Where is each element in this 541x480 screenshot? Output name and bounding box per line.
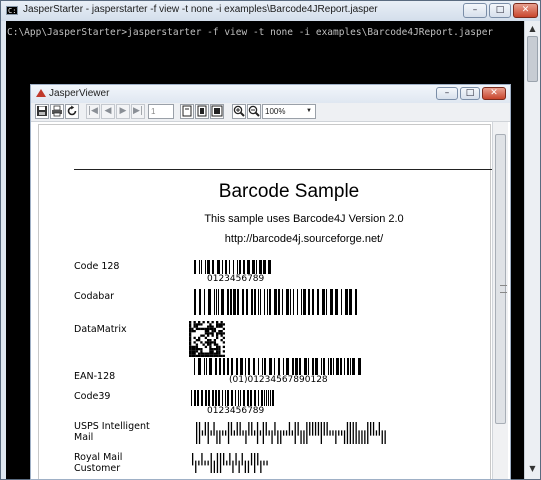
viewer-scroll-thumb[interactable] — [495, 134, 507, 424]
last-page-icon[interactable]: ▶| — [131, 104, 145, 119]
header-rule — [74, 169, 492, 170]
console-close-button[interactable]: ✕ — [513, 3, 538, 18]
zoom-level-value: 100% — [265, 107, 286, 116]
codabar-barcode — [194, 289, 357, 315]
fit-page-icon[interactable] — [195, 104, 209, 119]
ean128-barcode — [194, 358, 361, 375]
barcode-label-datamatrix: DataMatrix — [74, 324, 127, 335]
viewer-window-title: JasperViewer — [49, 88, 110, 99]
actual-size-icon[interactable] — [180, 104, 194, 119]
console-vertical-scrollbar[interactable]: ▲ ▼ — [524, 21, 540, 479]
console-minimize-button[interactable]: – — [463, 3, 487, 18]
reload-icon[interactable] — [65, 104, 79, 119]
report-view-area[interactable]: Barcode Sample This sample uses Barcode4… — [31, 122, 510, 479]
barcode-label-royalmail: Royal Mail Customer — [74, 452, 123, 474]
console-maximize-button[interactable]: □ — [489, 3, 511, 18]
barcode-label-code128: Code 128 — [74, 261, 120, 272]
viewer-title-bar[interactable]: JasperViewer – □ ✕ — [31, 85, 510, 103]
zoom-out-icon[interactable] — [247, 104, 261, 119]
report-page: Barcode Sample This sample uses Barcode4… — [38, 124, 492, 479]
console-title-bar[interactable]: C:\ JasperStarter - jasperstarter -f vie… — [1, 1, 540, 21]
page-number-input[interactable]: 1 — [148, 104, 174, 119]
scroll-up-arrow-icon[interactable]: ▲ — [525, 21, 540, 36]
first-page-icon[interactable]: |◀ — [86, 104, 100, 119]
barcode-label-usps: USPS Intelligent Mail — [74, 421, 150, 443]
code39-text: 0123456789 — [207, 406, 265, 416]
console-command-line: C:\App\JasperStarter>jasperstarter -f vi… — [7, 27, 494, 38]
viewer-maximize-button[interactable]: □ — [460, 87, 480, 100]
code39-barcode — [191, 390, 274, 406]
usps-intelligent-mail-barcode — [196, 422, 386, 444]
console-window-title: JasperStarter - jasperstarter -f view -t… — [23, 4, 378, 15]
console-scroll-thumb[interactable] — [527, 36, 538, 82]
code128-barcode — [194, 260, 271, 274]
report-subtitle: This sample uses Barcode4J Version 2.0 — [204, 213, 404, 225]
jasper-viewer-window: JasperViewer – □ ✕ |◀ ◀ ▶ ▶| 1 100% ▼ Ba… — [30, 84, 511, 480]
barcode-label-ean128: EAN-128 — [74, 371, 116, 382]
console-app-icon: C:\ — [6, 6, 18, 15]
save-icon[interactable] — [35, 104, 49, 119]
ean128-text: (01)01234567890128 — [229, 375, 328, 385]
viewer-vertical-scrollbar[interactable] — [492, 122, 508, 479]
zoom-level-select[interactable]: 100% ▼ — [262, 104, 316, 119]
previous-page-icon[interactable]: ◀ — [101, 104, 115, 119]
viewer-minimize-button[interactable]: – — [436, 87, 458, 100]
viewer-close-button[interactable]: ✕ — [482, 87, 506, 100]
fit-width-icon[interactable] — [210, 104, 224, 119]
zoom-in-icon[interactable] — [232, 104, 246, 119]
barcode-label-codabar: Codabar — [74, 291, 115, 302]
royal-mail-barcode — [192, 453, 268, 473]
code128-text: 0123456789 — [207, 274, 265, 284]
barcode-label-code39: Code39 — [74, 391, 111, 402]
grip-icon — [500, 285, 507, 293]
scroll-down-arrow-icon[interactable]: ▼ — [525, 461, 540, 476]
datamatrix-barcode — [189, 321, 225, 357]
report-title: Barcode Sample — [218, 181, 360, 202]
jasper-logo-icon — [36, 89, 46, 97]
print-icon[interactable] — [50, 104, 64, 119]
report-url: http://barcode4j.sourceforge.net/ — [224, 233, 384, 245]
next-page-icon[interactable]: ▶ — [116, 104, 130, 119]
chevron-down-icon: ▼ — [306, 108, 312, 114]
viewer-toolbar: |◀ ◀ ▶ ▶| 1 100% ▼ — [31, 103, 510, 122]
